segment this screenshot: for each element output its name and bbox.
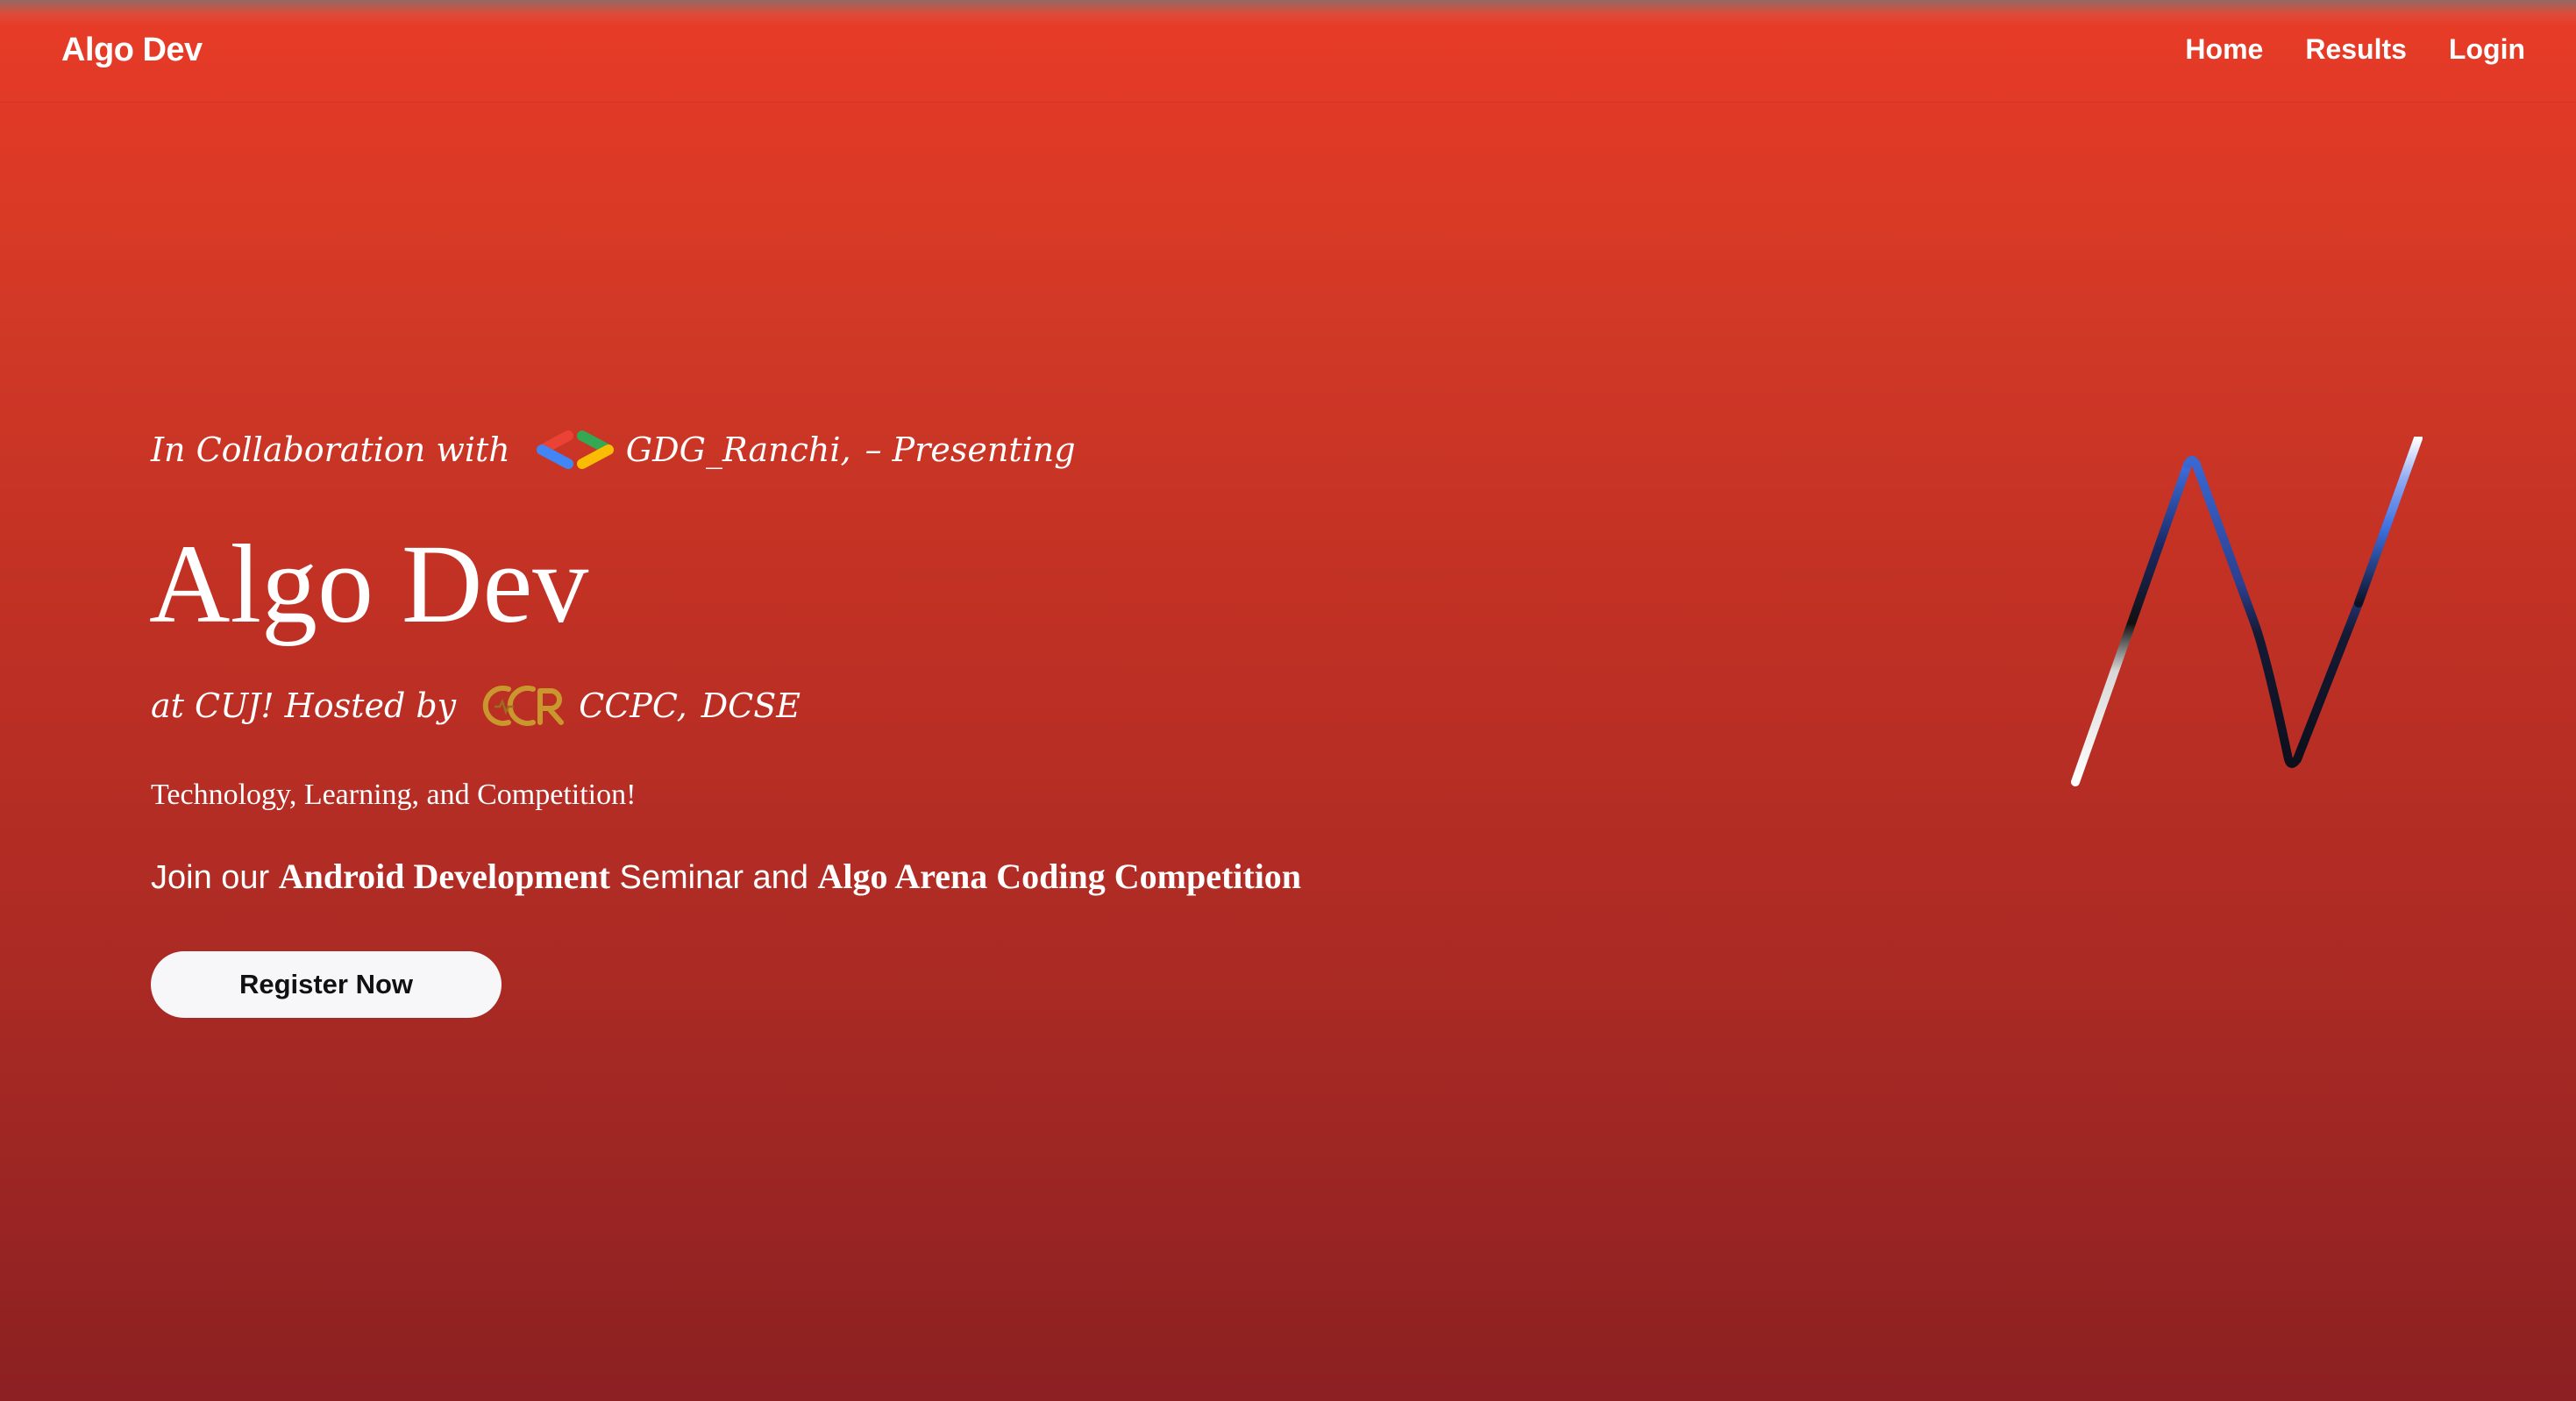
collab-suffix: – Presenting bbox=[865, 430, 1076, 469]
join-part1: Join our bbox=[151, 859, 270, 896]
nav-link-login[interactable]: Login bbox=[2449, 33, 2525, 66]
join-highlight-android: Android Development bbox=[278, 857, 610, 896]
page-title: Algo Dev bbox=[149, 522, 589, 646]
nav-link-home[interactable]: Home bbox=[2185, 33, 2263, 66]
collab-prefix: In Collaboration with bbox=[151, 430, 510, 469]
join-text: Join our Android Development Seminar and… bbox=[151, 856, 1641, 897]
collab-line: In Collaboration with GDG_Ranchi, – Pres… bbox=[151, 419, 1641, 480]
gdg-logo-icon bbox=[536, 430, 614, 469]
tagline: Technology, Learning, and Competition! bbox=[151, 779, 637, 811]
join-part2: Seminar and bbox=[619, 859, 808, 896]
hosted-line: at CUJ! Hosted by CCPC, DCSE bbox=[151, 675, 1641, 736]
navbar: Algo Dev Home Results Login bbox=[0, 0, 2576, 103]
hosted-prefix: at CUJ! Hosted by bbox=[151, 686, 457, 725]
collab-partner: GDG_Ranchi, bbox=[625, 430, 851, 469]
brand-logo-text[interactable]: Algo Dev bbox=[61, 32, 203, 69]
nav-link-results[interactable]: Results bbox=[2305, 33, 2407, 66]
hero-section: In Collaboration with GDG_Ranchi, – Pres… bbox=[149, 419, 1641, 1018]
algo-dev-logo-icon bbox=[2071, 437, 2423, 786]
hosted-dept: DCSE bbox=[701, 686, 801, 725]
nav-links: Home Results Login bbox=[2185, 33, 2525, 66]
hosted-org: CCPC, bbox=[579, 686, 687, 725]
register-now-button[interactable]: Register Now bbox=[151, 951, 502, 1018]
ccpc-logo-icon bbox=[482, 686, 565, 726]
join-highlight-algo-arena: Algo Arena Coding Competition bbox=[817, 857, 1302, 896]
